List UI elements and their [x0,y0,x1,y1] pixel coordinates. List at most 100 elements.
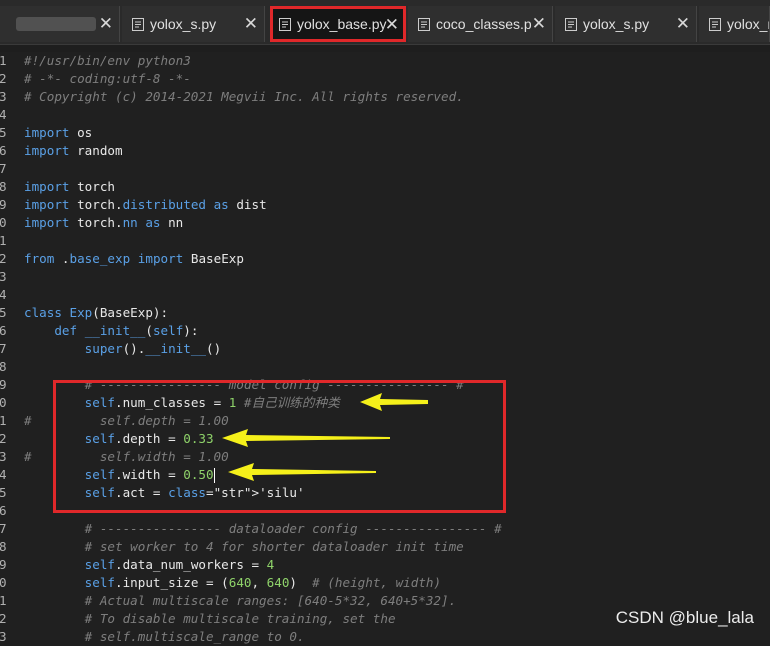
code-line: 0 self.input_size = (640, 640) # (height… [0,574,770,592]
line-number: 4 [0,287,7,302]
tab-label: yolox_n [727,16,769,32]
file-icon [709,17,721,31]
code-text: from .base_exp import BaseExp [24,251,244,266]
code-text: import torch.nn as nn [24,215,184,230]
line-number: 2 [0,71,7,86]
code-line: 5 class Exp(BaseExp): [0,304,770,322]
tab-0[interactable]: ✕ [0,6,120,42]
code-text: # ---------------- dataloader config ---… [24,521,502,536]
line-number: 1 [0,593,7,608]
code-line: 3 # self.multiscale_range to 0. [0,628,770,646]
line-number: 5 [0,125,7,140]
line-number: 1 [0,413,7,428]
code-line: 7 [0,160,770,178]
code-line: 2 from .base_exp import BaseExp [0,250,770,268]
code-text: import os [24,125,93,140]
code-text: # To disable multiscale training, set th… [24,611,396,626]
code-line: 9 import torch.distributed as dist [0,196,770,214]
watermark: CSDN @blue_lala [615,608,754,627]
line-number: 7 [0,341,7,356]
code-line: 7 # ---------------- dataloader config -… [0,520,770,538]
code-line: 2 # -*- coding:utf-8 -*- [0,70,770,88]
code-text: import random [24,143,123,158]
code-line: 8 import torch [0,178,770,196]
code-text: # set worker to 4 for shorter dataloader… [24,539,464,554]
tab-label: coco_classes.p [436,16,532,32]
code-line: 8 # set worker to 4 for shorter dataload… [0,538,770,556]
tab-3[interactable]: coco_classes.p ✕ [408,6,553,42]
tab-label: yolox_base.py [297,16,387,32]
file-icon [418,17,430,31]
line-number: 7 [0,521,7,536]
line-number: 2 [0,611,7,626]
close-icon[interactable]: ✕ [676,14,690,34]
line-number: 9 [0,557,7,572]
code-text: import torch [24,179,115,194]
line-number: 5 [0,485,7,500]
line-number: 6 [0,143,7,158]
code-text: def __init__(self): [54,323,199,338]
line-number: 0 [0,575,7,590]
line-number: 2 [0,431,7,446]
line-number: 4 [0,467,7,482]
close-icon[interactable]: ✕ [99,14,113,34]
code-text: # Copyright (c) 2014-2021 Megvii Inc. Al… [24,89,464,104]
line-number: 7 [0,161,7,176]
code-text: self.data_num_workers = 4 [84,557,275,572]
line-number: 9 [0,377,7,392]
line-number: 8 [0,539,7,554]
line-number: 3 [0,269,7,284]
line-number: 3 [0,629,7,644]
line-number: 2 [0,251,7,266]
arrow-icon [360,393,428,411]
code-text: # self.multiscale_range to 0. [24,629,305,644]
code-line: 8 [0,358,770,376]
code-line: 4 [0,106,770,124]
file-icon [279,17,291,31]
code-text: self.input_size = (640, 640) # (height, … [84,575,442,590]
blurred-tab-label [16,17,96,31]
tab-5[interactable]: yolox_n [699,6,770,42]
tab-2[interactable]: yolox_base.py ✕ [270,6,406,42]
code-line: 5 import os [0,124,770,142]
code-line: 9 self.data_num_workers = 4 [0,556,770,574]
code-line: 4 [0,286,770,304]
line-number: 6 [0,503,7,518]
line-number: 1 [0,53,7,68]
line-number: 8 [0,359,7,374]
code-line: 7 super().__init__() [0,340,770,358]
code-text: #!/usr/bin/env python3 [24,53,191,68]
code-text: import torch.distributed as dist [24,197,267,212]
close-icon[interactable]: ✕ [532,14,546,34]
code-editor[interactable]: 1 #!/usr/bin/env python3 2 # -*- coding:utf… [0,52,770,644]
line-number: 8 [0,179,7,194]
arrow-icon [222,429,390,447]
file-icon [132,17,144,31]
code-line: 1 [0,232,770,250]
line-number: 4 [0,107,7,122]
line-number: 6 [0,323,7,338]
tab-4[interactable]: yolox_s.py ✕ [555,6,697,42]
line-number: 3 [0,89,7,104]
code-line: 0 import torch.nn as nn [0,214,770,232]
line-number: 1 [0,233,7,248]
line-number: 0 [0,395,7,410]
code-text: class Exp(BaseExp): [24,305,169,320]
line-number: 0 [0,215,7,230]
code-line: 6 import random [0,142,770,160]
file-icon [565,17,577,31]
code-line: 3 # Copyright (c) 2014-2021 Megvii Inc. A… [0,88,770,106]
line-number: 5 [0,305,7,320]
code-line: 3 [0,268,770,286]
arrow-icon [228,463,376,481]
tab-label: yolox_s.py [583,16,650,32]
tab-bar: ✕ yolox_s.py ✕ yolox_base.py ✕ coco_classes.p… [0,0,770,45]
code-text: # Actual multiscale ranges: [640-5*32, 6… [24,593,457,608]
close-icon[interactable]: ✕ [385,15,399,35]
close-icon[interactable]: ✕ [244,14,258,34]
code-line: 6 def __init__(self): [0,322,770,340]
line-number: 3 [0,449,7,464]
tab-1[interactable]: yolox_s.py ✕ [122,6,265,42]
code-line: 1 #!/usr/bin/env python3 [0,52,770,70]
code-text: # -*- coding:utf-8 -*- [24,71,191,86]
